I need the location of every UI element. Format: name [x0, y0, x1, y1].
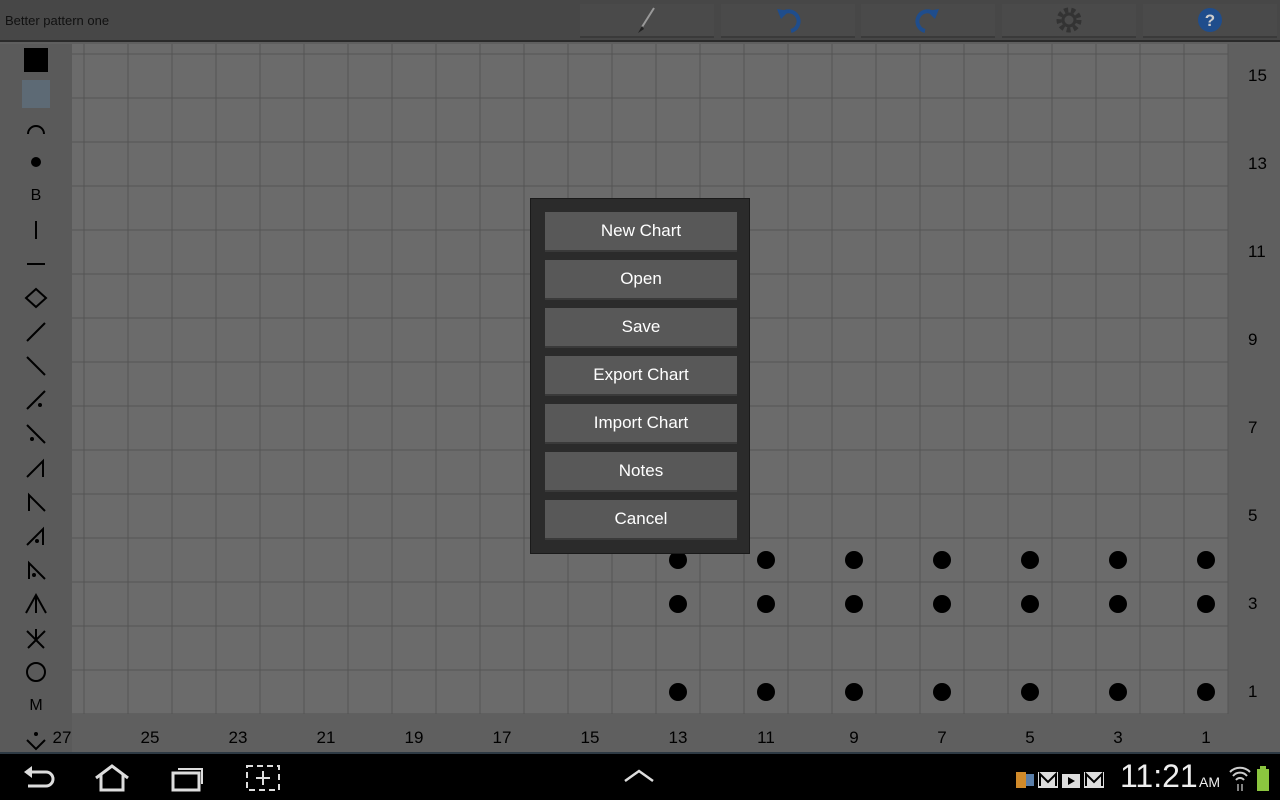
save-button[interactable]: Save	[545, 308, 737, 348]
wifi-icon	[1229, 766, 1251, 791]
settings-button[interactable]	[1002, 4, 1136, 38]
redo-button[interactable]	[861, 4, 995, 38]
home-icon[interactable]	[92, 764, 132, 792]
undo-button[interactable]	[721, 4, 855, 38]
back-icon[interactable]	[22, 764, 56, 792]
battery-icon	[1257, 766, 1269, 791]
help-button[interactable]: ?	[1143, 4, 1277, 38]
svg-text:?: ?	[1205, 11, 1215, 30]
clock-ampm: AM	[1199, 774, 1220, 790]
recent-apps-icon[interactable]	[170, 764, 206, 792]
gear-icon	[1056, 7, 1082, 33]
open-button[interactable]: Open	[545, 260, 737, 300]
app-notification-icon	[1016, 772, 1026, 788]
undo-icon	[777, 9, 801, 33]
import-chart-button[interactable]: Import Chart	[545, 404, 737, 444]
cancel-button[interactable]: Cancel	[545, 500, 737, 540]
pattern-title: Better pattern one	[5, 13, 110, 28]
action-bar: Better pattern one ?	[0, 0, 1280, 42]
help-icon: ?	[1198, 8, 1222, 32]
chevron-up-icon[interactable]	[622, 768, 656, 784]
notification-icons[interactable]	[1016, 770, 1116, 790]
file-menu-dialog: New Chart Open Save Export Chart Import Char…	[530, 198, 750, 554]
brush-button[interactable]	[580, 4, 714, 38]
brush-icon	[638, 7, 655, 33]
export-chart-button[interactable]: Export Chart	[545, 356, 737, 396]
system-nav-bar: 11:21 AM	[0, 752, 1280, 800]
clock: 11:21	[1120, 758, 1198, 794]
new-chart-button[interactable]: New Chart	[545, 212, 737, 252]
redo-icon	[915, 9, 939, 33]
screenshot-icon[interactable]	[245, 764, 281, 792]
notes-button[interactable]: Notes	[545, 452, 737, 492]
